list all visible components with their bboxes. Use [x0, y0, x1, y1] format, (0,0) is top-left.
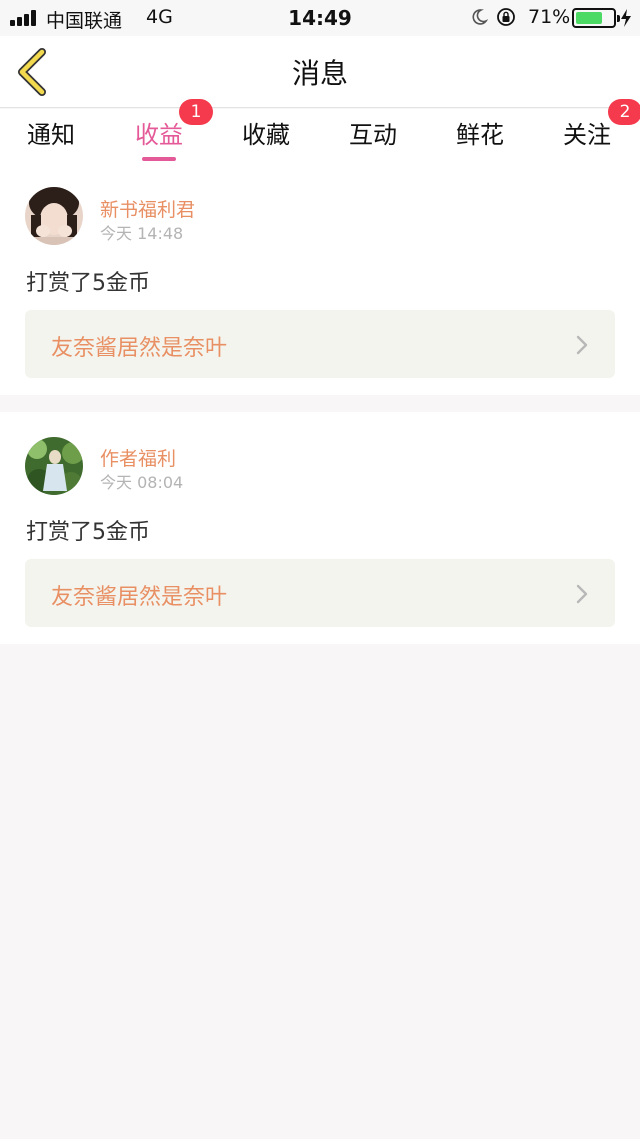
- tab-notifications[interactable]: 通知: [1, 115, 101, 165]
- tab-label: 通知: [27, 121, 75, 149]
- avatar-image: [25, 187, 83, 245]
- message-time: 今天 08:04: [100, 473, 184, 492]
- active-tab-indicator: [142, 157, 176, 161]
- battery-icon: [572, 8, 620, 28]
- unread-badge: 2: [608, 99, 640, 125]
- tab-label: 收藏: [242, 121, 290, 149]
- tab-bar: 通知 收益 1 收藏 互动 鲜花 关注 2: [0, 99, 640, 171]
- battery-percentage: 71%: [528, 6, 571, 28]
- avatar[interactable]: [25, 187, 83, 245]
- tab-favorites[interactable]: 收藏: [216, 115, 316, 165]
- charging-icon: [621, 9, 631, 27]
- avatar[interactable]: [25, 437, 83, 495]
- book-title: 友奈酱居然是奈叶: [51, 336, 228, 361]
- book-link[interactable]: 友奈酱居然是奈叶: [25, 559, 615, 627]
- username[interactable]: 作者福利: [100, 444, 176, 471]
- message-card: 作者福利 今天 08:04 打赏了5金币 友奈酱居然是奈叶: [0, 412, 640, 644]
- tab-label: 关注: [563, 121, 611, 149]
- tab-follows[interactable]: 关注 2: [537, 99, 640, 165]
- tab-label: 鲜花: [456, 121, 504, 149]
- chevron-right-icon: [576, 335, 588, 355]
- tab-earnings[interactable]: 收益 1: [109, 99, 213, 165]
- tab-interactions[interactable]: 互动: [323, 115, 423, 165]
- moon-icon: [472, 9, 488, 25]
- unread-badge: 1: [179, 99, 213, 125]
- message-content: 打赏了5金币: [26, 520, 150, 545]
- chevron-right-icon: [576, 584, 588, 604]
- tab-label: 收益: [135, 121, 183, 149]
- username[interactable]: 新书福利君: [100, 195, 195, 222]
- message-content: 打赏了5金币: [26, 271, 150, 296]
- tab-label: 互动: [349, 121, 397, 149]
- book-link[interactable]: 友奈酱居然是奈叶: [25, 310, 615, 378]
- message-time: 今天 14:48: [100, 224, 184, 243]
- status-bar: 中国联通 4G 14:49 71%: [0, 0, 640, 36]
- book-title: 友奈酱居然是奈叶: [51, 585, 228, 610]
- page-title: 消息: [291, 57, 348, 90]
- tab-flowers[interactable]: 鲜花: [430, 115, 530, 165]
- message-card: 新书福利君 今天 14:48 打赏了5金币 友奈酱居然是奈叶: [0, 171, 640, 395]
- rotation-lock-icon: [497, 8, 515, 26]
- avatar-image: [25, 437, 83, 495]
- nav-bar: 消息: [0, 36, 640, 108]
